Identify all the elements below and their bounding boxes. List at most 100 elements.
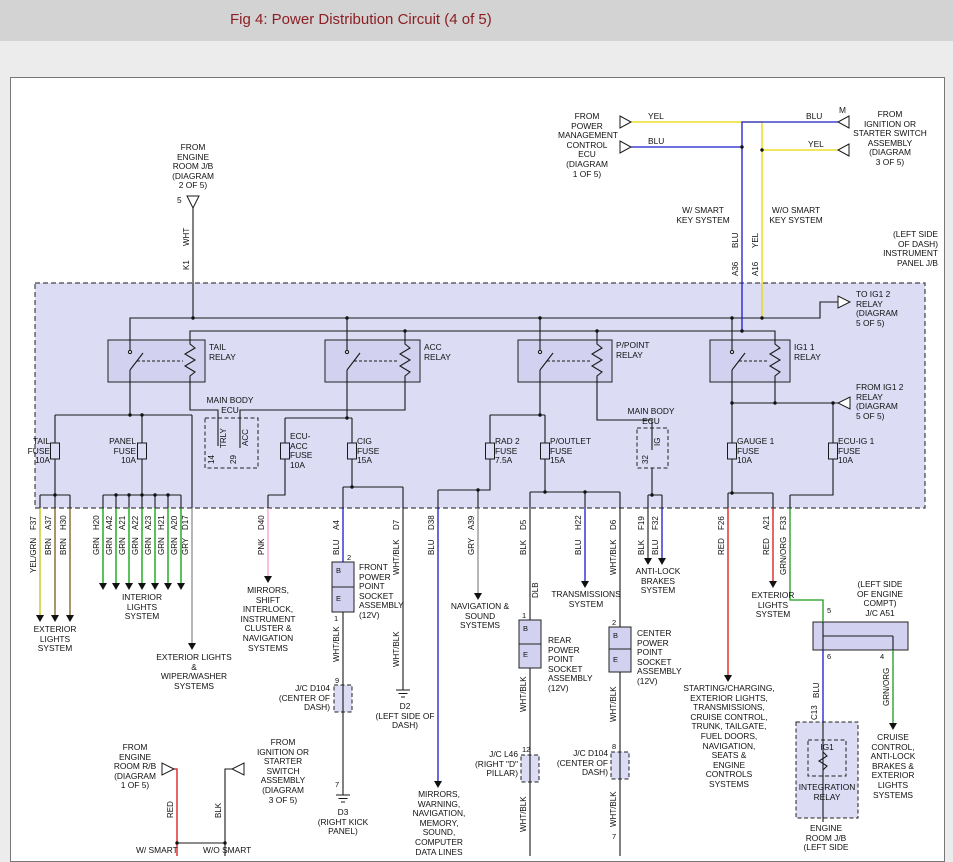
front-pp-pin-bot: 1 [334, 614, 338, 623]
exit-connector: A21 [762, 516, 771, 530]
exit-connector: F19 [637, 516, 646, 530]
rear-pp-pin-top: 1 [522, 611, 526, 620]
exit-connector: H22 [574, 515, 583, 530]
w-smart-bottom-label: W/ SMART [136, 846, 186, 856]
yel-vert-wire-label: YEL [751, 233, 760, 248]
wire-color-label: GRN [157, 537, 166, 555]
blu-vert-wire-label: BLU [731, 232, 740, 248]
wiring-diagram-page: { "header": { "title": "Fig 4: Power Dis… [0, 0, 953, 861]
jc-pin-7b: 7 [612, 832, 616, 841]
wire-color-label: GRY [467, 538, 476, 555]
whtblk-wire-label: WHT/BLK [332, 626, 341, 662]
ppoint-relay-label: P/POINT RELAY [616, 341, 658, 360]
from-ig12-relay-label: FROM IG1 2 RELAY (DIAGRAM 5 OF 5) [856, 383, 912, 421]
wire-color-label: GRN [118, 537, 127, 555]
connector-m-label: M [839, 106, 846, 116]
dlb-label: DLB [531, 582, 540, 598]
connector-k1-label: K1 [182, 260, 191, 270]
exterior-lights-system-left: EXTERIOR LIGHTS SYSTEM [27, 625, 83, 654]
ecu2-ig-pin-label: IG [653, 438, 662, 446]
wire-color-label: YEL/GRN [29, 538, 38, 573]
integration-relay-box [796, 722, 858, 818]
exit-connector: A21 [118, 516, 127, 530]
jc-l46-label: J/C L46 (RIGHT "D" PILLAR) [460, 750, 518, 779]
wire-color-label: BRN [59, 538, 68, 555]
ig1-relay-label: IG1 [808, 743, 846, 753]
exit-connector: D38 [427, 515, 436, 530]
front-power-point-label: FRONT POWER POINT SOCKET ASSEMBLY (12V) [359, 563, 407, 621]
mirrors-warning-systems: MIRRORS, WARNING, NAVIGATION, MEMORY, SO… [404, 790, 474, 857]
instrument-panel-jb-label: (LEFT SIDE OF DASH) INSTRUMENT PANEL J/B [866, 230, 938, 268]
whtblk-wire-label: WHT/BLK [609, 686, 618, 722]
ecu1-acc-pin-label: ACC [241, 429, 250, 446]
a51-pin-5: 5 [827, 606, 831, 615]
wire-color-label: BLK [519, 540, 528, 555]
exit-connector: A23 [144, 516, 153, 530]
jc-pin-12: 12 [522, 745, 530, 754]
exit-connector: A22 [131, 516, 140, 530]
front-pp-e: E [336, 594, 341, 603]
from-engine-room-jb-label: FROM ENGINE ROOM J/B (DIAGRAM 2 OF 5) [156, 143, 230, 191]
a51-pin-6: 6 [827, 652, 831, 661]
wo-smart-bottom-label: W/O SMART [203, 846, 257, 856]
rad2-fuse-label: RAD 2 FUSE 7.5A [495, 437, 525, 466]
yel-wire-label-left: YEL [648, 112, 664, 122]
panel-fuse-label: PANEL FUSE 10A [102, 437, 136, 466]
center-pp-e: E [613, 655, 618, 664]
main-body-ecu2-label: MAIN BODY ECU [623, 407, 679, 426]
whtblk-wire-label: WHT/BLK [519, 676, 528, 712]
rear-power-point-label: REAR POWER POINT SOCKET ASSEMBLY (12V) [548, 636, 596, 694]
from-ignition-switch-label-bottom: FROM IGNITION OR STARTER SWITCH ASSEMBLY… [252, 738, 314, 805]
wire-color-label: PNK [257, 539, 266, 555]
exit-connector: D6 [609, 520, 618, 530]
front-pp-pin-top: 2 [347, 553, 351, 562]
w-smart-key-label: W/ SMART KEY SYSTEM [676, 206, 730, 225]
poutlet-fuse-label: P/OUTLET FUSE 15A [550, 437, 592, 466]
exit-connector: F26 [717, 516, 726, 530]
jc-pin-9: 9 [335, 676, 339, 685]
whtblk-wire-label: WHT/BLK [519, 796, 528, 832]
exit-connector: D40 [257, 515, 266, 530]
wire-color-label: GRN [131, 537, 140, 555]
to-ig12-relay-label: TO IG1 2 RELAY (DIAGRAM 5 OF 5) [856, 290, 908, 328]
wire-color-label: BLU [332, 539, 341, 555]
gauge1-fuse-label: GAUGE 1 FUSE 10A [737, 437, 777, 466]
ground-pin-7a: 7 [335, 780, 339, 789]
instrument-panel-jb-block [35, 283, 925, 508]
tail-fuse-label: TAIL FUSE 10A [22, 437, 50, 466]
navigation-sound-systems: NAVIGATION & SOUND SYSTEMS [449, 602, 511, 631]
blu-wire-label-right: BLU [806, 112, 822, 122]
ecu2-pin32-label: 32 [641, 455, 650, 464]
integration-relay-label: INTEGRATION RELAY [797, 783, 857, 802]
blu-wire-label-left: BLU [648, 137, 664, 147]
center-power-point-label: CENTER POWER POINT SOCKET ASSEMBLY (12V) [637, 629, 685, 687]
ig11-relay-label: IG1 1 RELAY [794, 343, 830, 362]
exit-connector: D17 [181, 515, 190, 530]
exterior-lights-system-right: EXTERIOR LIGHTS SYSTEM [746, 591, 800, 620]
connector-a16-label: A16 [751, 262, 760, 276]
wire-color-label: BLU [574, 539, 583, 555]
ecu1-pin14-label: 14 [207, 455, 216, 464]
center-pp-b: B [613, 631, 618, 640]
exit-connector: A39 [467, 516, 476, 530]
wire-color-label: GRN [170, 537, 179, 555]
engine-room-jb-bottom-label: ENGINE ROOM J/B (LEFT SIDE [797, 824, 855, 853]
ecu-ig1-fuse-label: ECU-IG 1 FUSE 10A [838, 437, 878, 466]
ecu1-trly-pin-label: TRLY [219, 428, 228, 448]
wire-color-label: GRN [92, 537, 101, 555]
rear-pp-e: E [523, 650, 528, 659]
exit-connector: F33 [779, 516, 788, 530]
exit-connector: D7 [392, 520, 401, 530]
ground-d3-label: D3 (RIGHT KICK PANEL) [314, 808, 372, 837]
exit-connector: F32 [651, 516, 660, 530]
from-power-mgmt-ecu-label: FROM POWER MANAGEMENT CONTROL ECU (DIAGR… [558, 112, 616, 179]
wire-color-label: RED [717, 538, 726, 555]
front-pp-b: B [336, 566, 341, 575]
exit-connector: A42 [105, 516, 114, 530]
exit-connector: A20 [170, 516, 179, 530]
wire-color-label: RED [762, 538, 771, 555]
exterior-wiper-washer-systems: EXTERIOR LIGHTS & WIPER/WASHER SYSTEMS [153, 653, 235, 691]
transmissions-system: TRANSMISSIONS SYSTEM [548, 590, 624, 609]
connector-a36-label: A36 [731, 262, 740, 276]
exit-connector: H21 [157, 515, 166, 530]
